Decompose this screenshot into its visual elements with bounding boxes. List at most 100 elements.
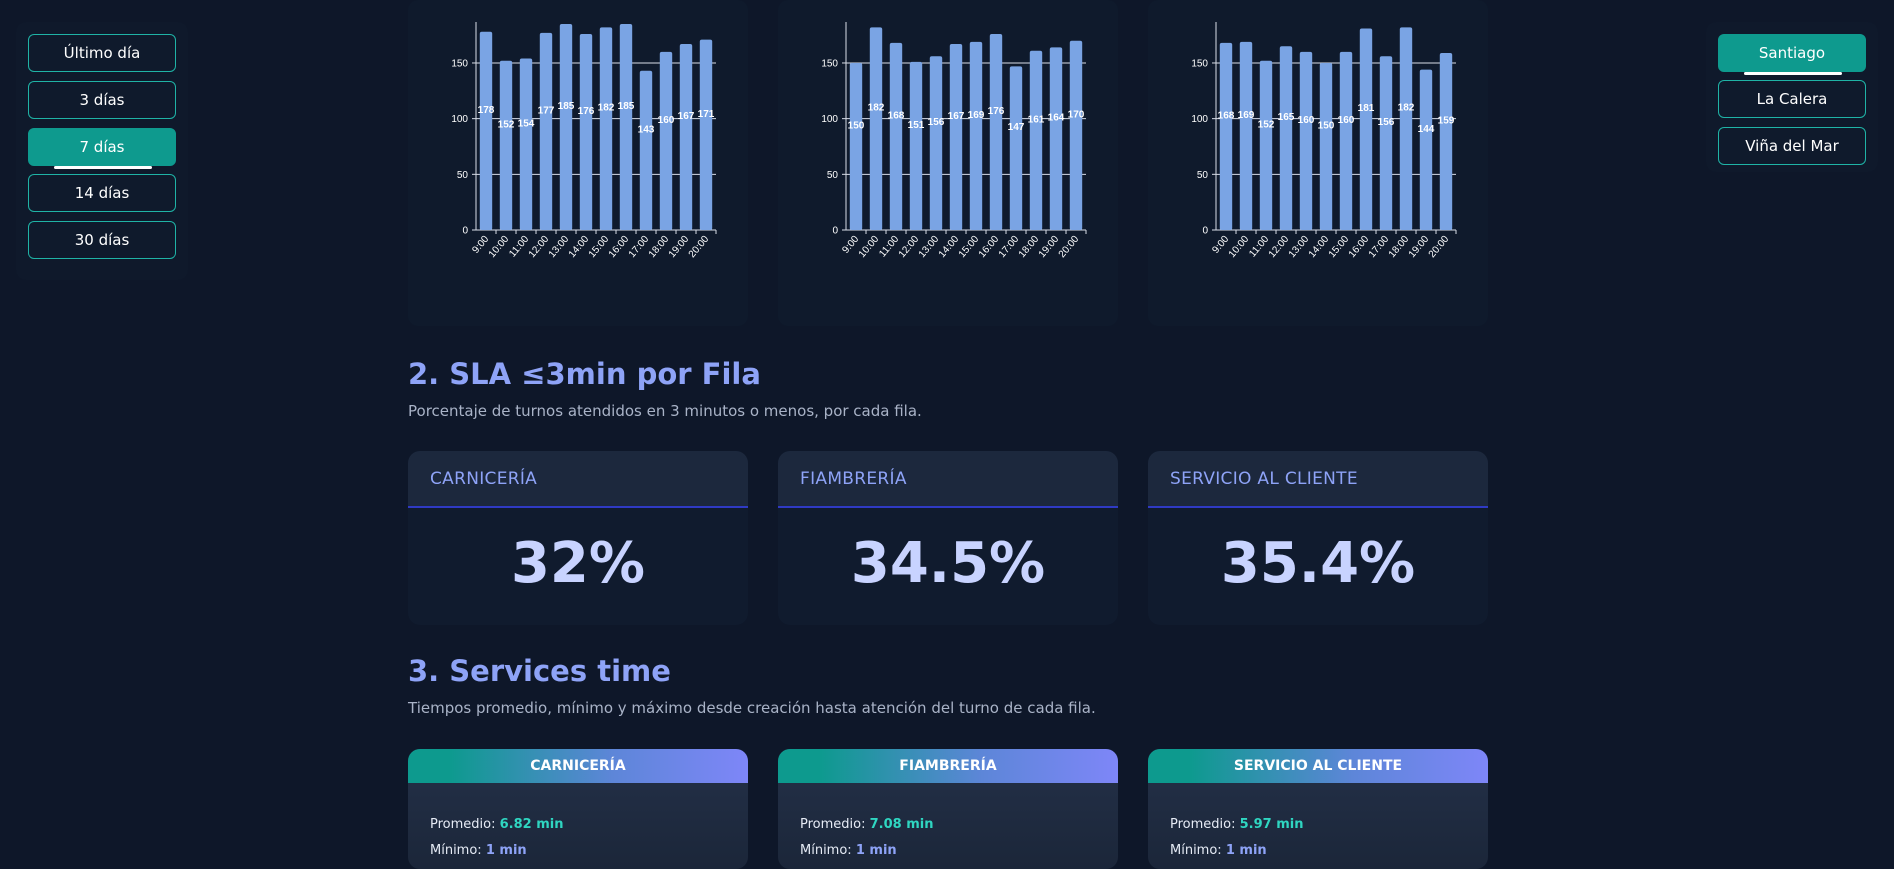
x-tick-label: 20:00: [1057, 234, 1082, 261]
data-label: 168: [888, 110, 905, 121]
service-average-line: Promedio: 7.08 min: [800, 817, 933, 832]
data-label: 169: [968, 110, 985, 121]
x-tick-label: 11:00: [1247, 234, 1271, 260]
period-button-label: 3 días: [79, 91, 125, 109]
y-tick-label: 100: [451, 114, 468, 125]
y-tick-label: 150: [1191, 58, 1208, 69]
x-tick-label: 20:00: [1427, 234, 1452, 261]
data-label: 185: [618, 101, 635, 112]
service-card-label: FIAMBRERÍA: [899, 758, 997, 774]
bar-chart: 0501001501789:0015210:0015411:0017712:00…: [451, 22, 717, 261]
y-tick-label: 50: [457, 170, 469, 181]
x-tick-label: 13:00: [547, 234, 572, 261]
bar: [679, 44, 693, 230]
data-label: 182: [598, 103, 615, 114]
bar: [639, 70, 653, 230]
x-tick-label: 19:00: [1037, 234, 1062, 261]
x-tick-label: 19:00: [667, 234, 692, 261]
chart-card-2: 0 50 100 150 150 9:00 182 10:00 168 11:00 151 12:00…: [778, 0, 1118, 326]
sla-card-value: 32%: [510, 531, 646, 596]
bar: [1359, 28, 1373, 230]
bar: [969, 41, 983, 230]
bar: [1339, 51, 1353, 231]
x-tick-label: 12:00: [897, 234, 922, 261]
period-button-last-day[interactable]: Último día: [28, 34, 176, 72]
x-tick-label: 15:00: [587, 234, 612, 261]
sla-section-title: 2. SLA ≤3min por Fila: [408, 357, 761, 391]
x-tick-label: 14:00: [1307, 234, 1332, 261]
data-label: 167: [948, 111, 965, 122]
data-label: 152: [498, 119, 515, 130]
bar: [869, 27, 883, 230]
data-label: 151: [908, 120, 925, 131]
service-average-line: Promedio: 5.97 min: [1170, 817, 1303, 832]
data-label: 143: [638, 124, 655, 135]
data-label: 176: [988, 106, 1005, 117]
period-button-30-days[interactable]: 30 días: [28, 221, 176, 259]
period-button-7-days[interactable]: 7 días: [28, 128, 176, 169]
x-tick-label: 15:00: [1327, 234, 1352, 261]
x-tick-label: 16:00: [607, 234, 632, 261]
x-tick-label: 16:00: [977, 234, 1002, 261]
data-label: 171: [698, 109, 715, 120]
city-button-label: Santiago: [1758, 44, 1826, 62]
x-tick-label: 14:00: [937, 234, 962, 261]
x-tick-label: 12:00: [1267, 234, 1292, 261]
bar: [1069, 40, 1083, 231]
data-label: 165: [1278, 112, 1295, 123]
service-average-line: Promedio: 6.82 min: [430, 817, 563, 832]
bar: [1239, 41, 1253, 230]
period-filter-panel: Último día 3 días 7 días 14 días 30 días: [16, 22, 188, 280]
city-button-la-calera[interactable]: La Calera: [1718, 80, 1866, 118]
bar: [889, 42, 903, 230]
y-tick-label: 100: [821, 114, 838, 125]
bar: [849, 62, 863, 230]
sla-card-label: CARNICERÍA: [430, 468, 538, 489]
sla-card-label: FIAMBRERÍA: [800, 468, 907, 489]
bar: [1299, 51, 1313, 231]
data-label: 161: [1028, 114, 1045, 125]
period-button-3-days[interactable]: 3 días: [28, 81, 176, 119]
sla-card-header: SERVICIO AL CLIENTE: [1148, 451, 1488, 508]
average-label: Promedio:: [430, 817, 496, 832]
bar: [1259, 60, 1273, 231]
bar: [479, 31, 493, 231]
x-tick-label: 17:00: [1367, 234, 1392, 261]
city-button-santiago[interactable]: Santiago: [1718, 34, 1866, 75]
services-section-title: 3. Services time: [408, 654, 671, 688]
sla-card-label: SERVICIO AL CLIENTE: [1170, 468, 1358, 489]
y-tick-label: 50: [827, 170, 839, 181]
average-label: Promedio:: [1170, 817, 1236, 832]
y-tick-label: 150: [451, 58, 468, 69]
data-label: 181: [1358, 103, 1375, 114]
active-indicator: [54, 166, 152, 169]
period-button-14-days[interactable]: 14 días: [28, 174, 176, 212]
bar: [909, 61, 923, 230]
x-tick-label: 12:00: [527, 234, 552, 261]
bar: [1319, 62, 1333, 230]
sla-card-fiambreria: FIAMBRERÍA 34.5%: [778, 451, 1118, 625]
bar: [499, 60, 513, 231]
sla-section-description: Porcentaje de turnos atendidos en 3 minu…: [408, 402, 922, 420]
bar-chart: 0501001501509:0018210:0016811:0015112:00…: [821, 22, 1087, 261]
period-button-label: Último día: [63, 44, 141, 62]
bar: [1219, 42, 1233, 230]
chart-card-1: 0 50 100 150 178 9:00 152 10:00 154 11:00 177 12:00…: [408, 0, 748, 326]
data-label: 144: [1418, 124, 1435, 135]
city-button-vina-del-mar[interactable]: Viña del Mar: [1718, 127, 1866, 165]
bar: [929, 56, 943, 230]
period-button-label: 7 días: [79, 138, 125, 156]
y-tick-label: 50: [1197, 170, 1209, 181]
x-tick-label: 14:00: [567, 234, 592, 261]
bar: [1049, 47, 1063, 230]
data-label: 169: [1238, 110, 1255, 121]
bar: [619, 24, 633, 230]
x-tick-label: 19:00: [1407, 234, 1432, 261]
y-tick-label: 0: [462, 226, 468, 237]
city-button-label: Viña del Mar: [1745, 137, 1839, 155]
city-filter-panel: Santiago La Calera Viña del Mar: [1706, 22, 1878, 172]
service-card-header: FIAMBRERÍA: [778, 749, 1118, 783]
sla-card-header: CARNICERÍA: [408, 451, 748, 508]
service-card-header: SERVICIO AL CLIENTE: [1148, 749, 1488, 783]
x-tick-label: 15:00: [957, 234, 982, 261]
